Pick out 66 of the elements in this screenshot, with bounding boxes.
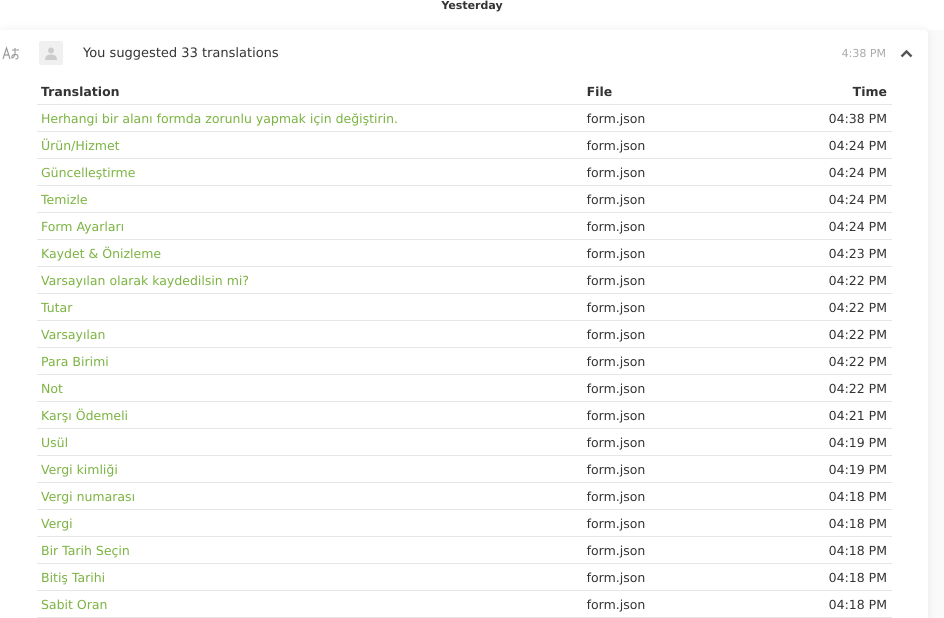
activity-summary: You suggested 33 translations xyxy=(83,46,280,60)
file-cell: form.json xyxy=(582,564,792,590)
translation-link[interactable]: Not xyxy=(37,374,583,402)
translation-link[interactable]: Tutar xyxy=(37,294,583,320)
time-cell: 04:18 PM xyxy=(792,482,892,510)
file-cell: form.json xyxy=(582,266,792,294)
time-cell: 04:19 PM xyxy=(792,456,892,482)
translation-link[interactable]: Form Ayarları xyxy=(37,212,583,240)
translation-link[interactable]: Sabit Oran xyxy=(37,590,583,618)
file-cell: form.json xyxy=(582,374,792,402)
file-cell: form.json xyxy=(582,428,792,456)
column-header: File xyxy=(582,78,792,104)
translation-link[interactable]: Varsayılan olarak kaydedilsin mi? xyxy=(37,266,583,294)
file-cell: form.json xyxy=(582,320,792,348)
translation-link[interactable]: Vergi xyxy=(37,510,583,536)
translate-icon xyxy=(2,46,20,60)
translation-link[interactable]: Ürün/Hizmet xyxy=(37,132,583,158)
time-cell: 04:24 PM xyxy=(792,132,892,158)
translation-link[interactable]: Kaydet & Önizleme xyxy=(37,240,583,266)
time-cell: 04:24 PM xyxy=(792,158,892,186)
file-cell: form.json xyxy=(582,536,792,564)
translation-link[interactable]: Para Birimi xyxy=(37,348,583,374)
file-cell: form.json xyxy=(582,132,792,158)
column-header: Time xyxy=(792,78,892,104)
file-cell: form.json xyxy=(582,402,792,428)
time-cell: 04:23 PM xyxy=(792,240,892,266)
time-cell: 04:24 PM xyxy=(792,186,892,212)
time-cell: 04:22 PM xyxy=(792,266,892,294)
date-header: Yesterday xyxy=(441,0,503,12)
time-cell: 04:22 PM xyxy=(792,294,892,320)
avatar-placeholder xyxy=(39,41,63,65)
file-cell: form.json xyxy=(582,456,792,482)
time-cell: 04:18 PM xyxy=(792,564,892,590)
time-cell: 04:38 PM xyxy=(792,104,892,132)
translation-link[interactable]: Vergi numarası xyxy=(37,482,583,510)
time-cell: 04:21 PM xyxy=(792,402,892,428)
translation-link[interactable]: Vergi kimliği xyxy=(37,456,583,482)
file-cell: form.json xyxy=(582,294,792,320)
file-cell: form.json xyxy=(582,482,792,510)
translation-link[interactable]: Varsayılan xyxy=(37,320,583,348)
translation-link[interactable]: Bitiş Tarihi xyxy=(37,564,583,590)
file-cell: form.json xyxy=(582,186,792,212)
time-cell: 04:22 PM xyxy=(792,374,892,402)
file-cell: form.json xyxy=(582,510,792,536)
time-cell: 04:18 PM xyxy=(792,590,892,618)
file-cell: form.json xyxy=(582,212,792,240)
translation-link[interactable]: Herhangi bir alanı formda zorunlu yapmak için değiştirin. xyxy=(37,104,583,132)
translation-link[interactable]: Usül xyxy=(37,428,583,456)
file-cell: form.json xyxy=(582,348,792,374)
translation-link[interactable]: Bir Tarih Seçin xyxy=(37,536,583,564)
time-cell: 04:18 PM xyxy=(792,536,892,564)
column-header: Translation xyxy=(37,78,583,104)
file-cell: form.json xyxy=(582,240,792,266)
translation-link[interactable]: Temizle xyxy=(37,186,583,212)
file-cell: form.json xyxy=(582,590,792,618)
activity-time: 4:38 PM xyxy=(842,46,886,60)
time-cell: 04:19 PM xyxy=(792,428,892,456)
file-cell: form.json xyxy=(582,104,792,132)
chevron-icon xyxy=(900,48,912,58)
file-cell: form.json xyxy=(582,158,792,186)
time-cell: 04:24 PM xyxy=(792,212,892,240)
time-cell: 04:22 PM xyxy=(792,348,892,374)
translation-link[interactable]: Karşı Ödemeli xyxy=(37,402,583,428)
translation-link[interactable]: Güncelleştirme xyxy=(37,158,583,186)
time-cell: 04:18 PM xyxy=(792,510,892,536)
time-cell: 04:22 PM xyxy=(792,320,892,348)
